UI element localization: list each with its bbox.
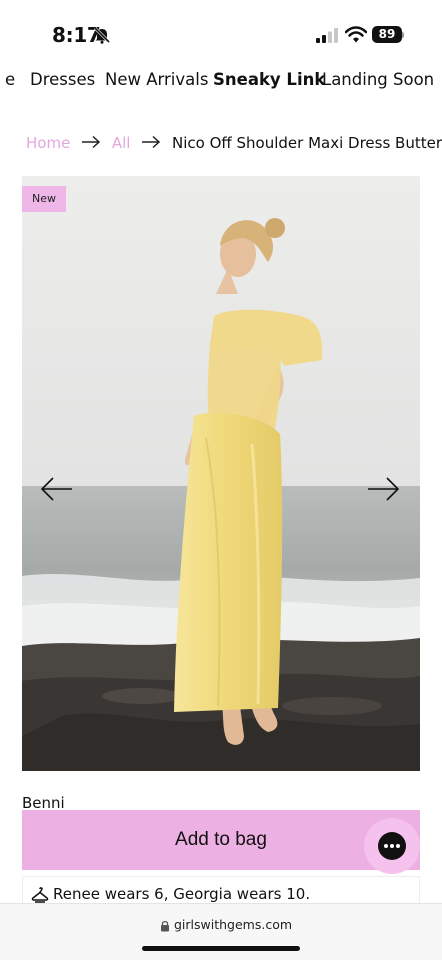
product-photo bbox=[22, 176, 420, 771]
battery-indicator: 89 bbox=[372, 26, 402, 43]
chat-bubble-icon bbox=[378, 832, 406, 860]
product-image[interactable]: New bbox=[22, 176, 420, 771]
category-nav[interactable]: e Dresses New Arrivals Sneaky Link Landi… bbox=[0, 66, 442, 96]
size-note-text: Renee wears 6, Georgia wears 10. bbox=[53, 885, 311, 903]
hanger-icon bbox=[31, 887, 49, 903]
arrow-right-icon bbox=[142, 135, 161, 149]
lock-icon bbox=[161, 920, 169, 932]
arrow-right-icon bbox=[82, 135, 101, 149]
breadcrumb-home-link[interactable]: Home bbox=[26, 134, 70, 152]
bell-slash-icon bbox=[93, 26, 111, 44]
chat-button[interactable] bbox=[364, 818, 420, 874]
status-bar: 8:17 89 bbox=[0, 0, 442, 62]
nav-item-dresses[interactable]: Dresses bbox=[30, 70, 95, 89]
arrow-right-icon[interactable] bbox=[366, 476, 400, 502]
battery-tip bbox=[402, 32, 404, 38]
new-badge: New bbox=[22, 186, 66, 212]
home-indicator bbox=[142, 946, 300, 951]
breadcrumb-current: Nico Off Shoulder Maxi Dress Butter bbox=[172, 134, 442, 152]
breadcrumb-all-link[interactable]: All bbox=[112, 134, 131, 152]
browser-address-bar[interactable]: girlswithgems.com bbox=[0, 903, 442, 960]
wifi-icon bbox=[345, 26, 367, 43]
nav-item-new-arrivals[interactable]: New Arrivals bbox=[105, 70, 208, 89]
size-note: Renee wears 6, Georgia wears 10. bbox=[22, 876, 420, 906]
breadcrumb: Home All Nico Off Shoulder Maxi Dress Bu… bbox=[26, 134, 442, 158]
nav-item-sneaky-link[interactable]: Sneaky Link bbox=[213, 70, 325, 89]
cellular-signal-icon bbox=[316, 28, 338, 43]
arrow-left-icon[interactable] bbox=[40, 476, 74, 502]
nav-item-partial[interactable]: e bbox=[5, 70, 15, 89]
nav-item-landing-soon[interactable]: Landing Soon bbox=[322, 70, 434, 89]
url-text[interactable]: girlswithgems.com bbox=[174, 917, 292, 932]
add-to-bag-button[interactable]: Add to bag bbox=[22, 810, 420, 870]
